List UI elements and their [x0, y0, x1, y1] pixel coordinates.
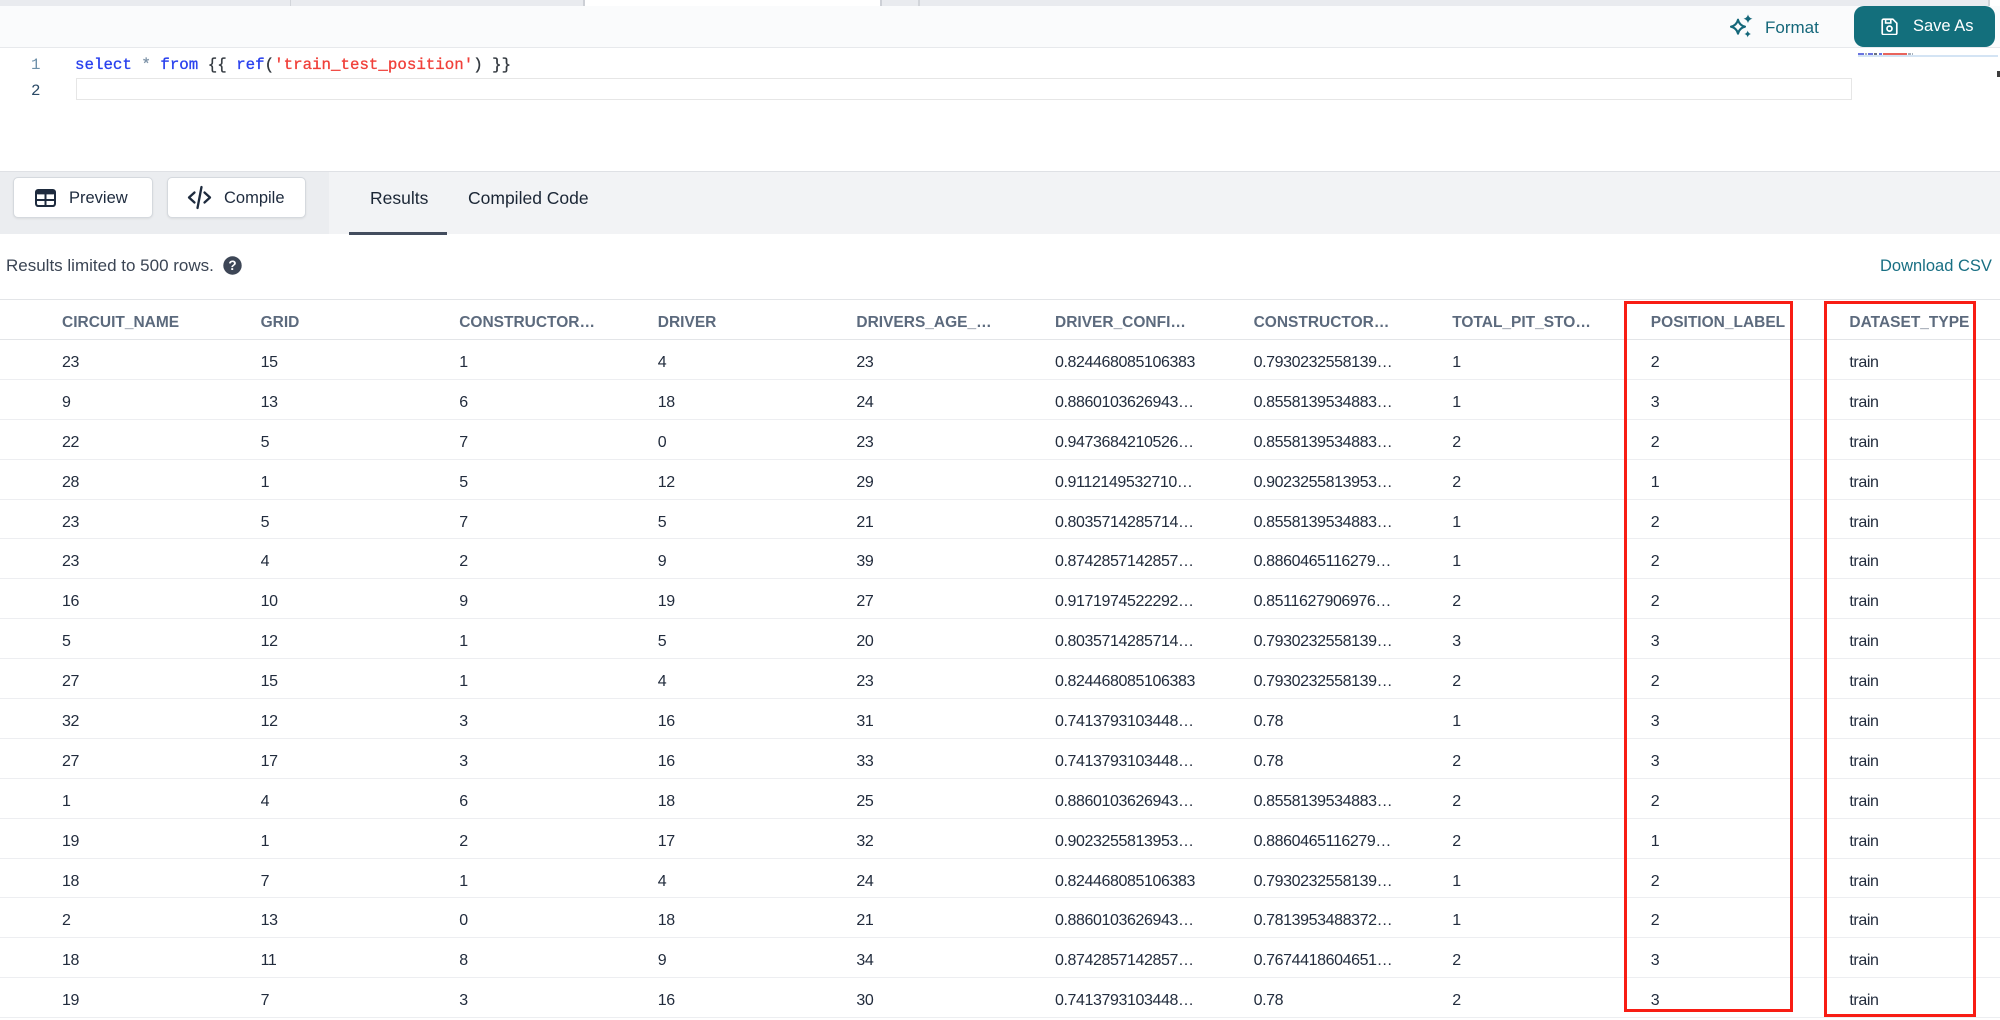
svg-text:?: ?: [228, 258, 236, 273]
